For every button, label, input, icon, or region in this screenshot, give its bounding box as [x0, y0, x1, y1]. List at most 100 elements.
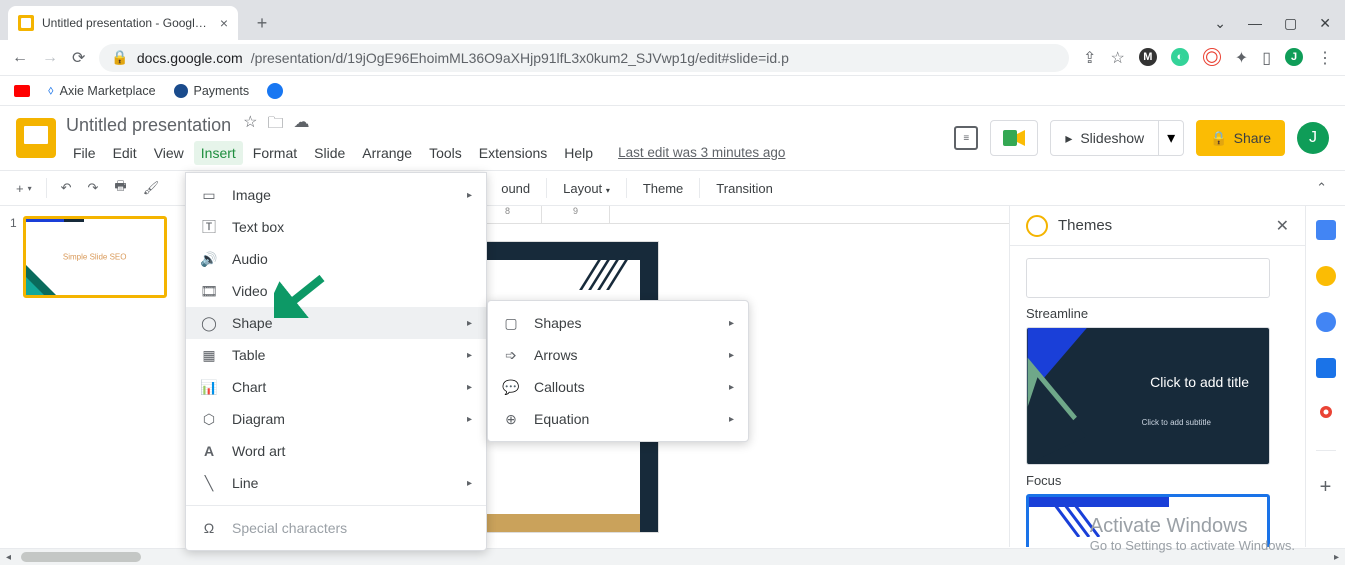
- insert-diagram-item[interactable]: ⬡Diagram▸: [186, 403, 486, 435]
- bookmark-facebook[interactable]: [267, 83, 283, 99]
- layout-button[interactable]: Layout ▾: [555, 177, 618, 200]
- cloud-status-icon[interactable]: ☁: [293, 112, 309, 139]
- theme-card-streamline[interactable]: Click to add title Click to add subtitle: [1026, 327, 1270, 465]
- transition-button[interactable]: Transition: [708, 177, 781, 200]
- decoration-icon: [26, 257, 64, 295]
- payments-icon: [174, 84, 188, 98]
- slides-logo-icon[interactable]: [16, 118, 56, 158]
- address-bar: ← → ⟳ 🔒 docs.google.com/presentation/d/1…: [0, 40, 1345, 76]
- contacts-icon[interactable]: [1316, 358, 1336, 378]
- menu-extensions[interactable]: Extensions: [472, 141, 554, 165]
- document-title[interactable]: Untitled presentation: [66, 115, 231, 136]
- theme-slide-subtitle: Click to add subtitle: [1142, 418, 1211, 427]
- video-icon: 🎞: [200, 282, 218, 300]
- lock-icon: 🔒: [111, 49, 128, 66]
- maps-icon[interactable]: [1316, 404, 1336, 424]
- bookmark-payments[interactable]: Payments: [174, 84, 250, 98]
- close-tab-icon[interactable]: ×: [220, 15, 228, 31]
- insert-special-chars-item[interactable]: ΩSpecial characters: [186, 512, 486, 544]
- insert-image-item[interactable]: ▭Image▸: [186, 179, 486, 211]
- insert-wordart-item[interactable]: AWord art: [186, 435, 486, 467]
- maximize-icon[interactable]: ▢: [1284, 15, 1297, 32]
- tasks-icon[interactable]: [1316, 312, 1336, 332]
- submenu-arrow-icon: ▸: [729, 414, 734, 425]
- insert-chart-item[interactable]: 📊Chart▸: [186, 371, 486, 403]
- scroll-right-icon[interactable]: ▸: [1328, 552, 1345, 563]
- theme-button[interactable]: Theme: [635, 177, 691, 200]
- reload-icon[interactable]: ⟳: [72, 48, 85, 68]
- submenu-arrow-icon: ▸: [467, 350, 472, 361]
- profile-avatar-icon[interactable]: J: [1285, 48, 1303, 66]
- calendar-icon[interactable]: [1316, 220, 1336, 240]
- insert-textbox-item[interactable]: 🅃Text box: [186, 211, 486, 243]
- submenu-arrow-icon: ▸: [729, 350, 734, 361]
- star-icon[interactable]: ☆: [1110, 48, 1124, 68]
- share-page-icon[interactable]: ⇪: [1083, 48, 1096, 68]
- menu-insert[interactable]: Insert: [194, 141, 243, 165]
- extension-green-icon[interactable]: ◐: [1171, 48, 1189, 66]
- close-themes-icon[interactable]: ✕: [1276, 216, 1289, 236]
- new-slide-button[interactable]: +▾: [10, 177, 38, 200]
- redo-icon[interactable]: ↷: [82, 176, 105, 200]
- comments-icon[interactable]: ≡: [954, 126, 978, 150]
- arrows-item[interactable]: ➩Arrows▸: [488, 339, 748, 371]
- paint-format-icon[interactable]: 🖌: [137, 176, 166, 200]
- menu-arrange[interactable]: Arrange: [355, 141, 419, 165]
- extensions-puzzle-icon[interactable]: ✦: [1235, 48, 1248, 68]
- shapes-item[interactable]: ▢Shapes▸: [488, 307, 748, 339]
- add-addon-icon[interactable]: +: [1316, 477, 1336, 497]
- browser-tab[interactable]: Untitled presentation - Google Sl ×: [8, 6, 238, 40]
- url-field[interactable]: 🔒 docs.google.com/presentation/d/19jOgE9…: [99, 44, 1069, 72]
- menu-format[interactable]: Format: [246, 141, 304, 165]
- move-doc-icon[interactable]: 🗀: [267, 112, 283, 139]
- scrollbar-thumb[interactable]: [21, 552, 141, 562]
- last-edit-link[interactable]: Last edit was 3 minutes ago: [611, 141, 792, 164]
- extension-red-icon[interactable]: ◯: [1203, 48, 1221, 66]
- bookmark-label: Axie Marketplace: [60, 84, 156, 98]
- star-doc-icon[interactable]: ☆: [243, 112, 257, 139]
- menu-view[interactable]: View: [147, 141, 191, 165]
- slideshow-dropdown[interactable]: ▾: [1159, 128, 1183, 148]
- bookmark-axie[interactable]: ⬨Axie Marketplace: [48, 83, 156, 98]
- menu-slide[interactable]: Slide: [307, 141, 352, 165]
- callouts-item[interactable]: 💬Callouts▸: [488, 371, 748, 403]
- share-label: Share: [1234, 130, 1271, 146]
- bookmark-youtube[interactable]: [14, 85, 30, 97]
- equation-item[interactable]: ⊕Equation▸: [488, 403, 748, 435]
- meet-button[interactable]: [990, 120, 1038, 156]
- theme-card-partial[interactable]: [1026, 258, 1270, 298]
- new-tab-button[interactable]: +: [248, 9, 276, 37]
- menu-edit[interactable]: Edit: [106, 141, 144, 165]
- menu-bar: File Edit View Insert Format Slide Arran…: [66, 141, 792, 165]
- scroll-left-icon[interactable]: ◂: [0, 552, 17, 563]
- menu-tools[interactable]: Tools: [422, 141, 469, 165]
- background-button[interactable]: ound: [493, 177, 538, 200]
- slideshow-button[interactable]: ▸ Slideshow: [1051, 121, 1159, 155]
- account-avatar[interactable]: J: [1297, 122, 1329, 154]
- back-icon[interactable]: ←: [12, 49, 28, 67]
- insert-table-item[interactable]: ▦Table▸: [186, 339, 486, 371]
- browser-menu-icon[interactable]: ⌄: [1214, 15, 1226, 32]
- close-window-icon[interactable]: ✕: [1319, 15, 1331, 32]
- annotation-arrow-icon: [274, 274, 328, 318]
- insert-audio-item[interactable]: 🔊Audio: [186, 243, 486, 275]
- print-icon[interactable]: 🖶: [108, 173, 132, 203]
- keep-icon[interactable]: [1316, 266, 1336, 286]
- insert-line-item[interactable]: ╲Line▸: [186, 467, 486, 499]
- reading-list-icon[interactable]: ▯: [1262, 48, 1271, 68]
- share-button[interactable]: 🔒 Share: [1196, 120, 1285, 156]
- insert-dropdown: ▭Image▸ 🅃Text box 🔊Audio 🎞Video ◯Shape▸ …: [185, 172, 487, 551]
- menu-help[interactable]: Help: [557, 141, 600, 165]
- undo-icon[interactable]: ↶: [55, 176, 78, 200]
- themes-title: Themes: [1058, 217, 1112, 234]
- collapse-toolbar-icon[interactable]: ⌃: [1308, 176, 1335, 200]
- slide-thumbnail[interactable]: Simple Slide SEO: [23, 216, 167, 298]
- extension-m-icon[interactable]: M: [1139, 48, 1157, 66]
- insert-shape-item[interactable]: ◯Shape▸: [186, 307, 486, 339]
- browser-menu-dots-icon[interactable]: ⋮: [1317, 48, 1333, 68]
- meet-icon: [1003, 130, 1025, 146]
- bookmarks-bar: ⬨Axie Marketplace Payments: [0, 76, 1345, 106]
- insert-video-item[interactable]: 🎞Video: [186, 275, 486, 307]
- minimize-icon[interactable]: —: [1248, 15, 1262, 32]
- menu-file[interactable]: File: [66, 141, 103, 165]
